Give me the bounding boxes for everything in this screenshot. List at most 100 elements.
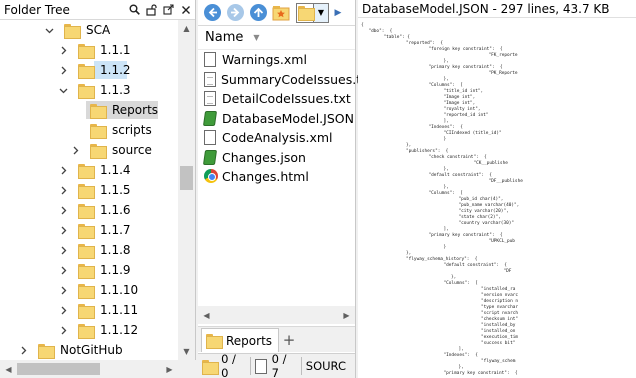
tree-item-label: 1.1.3	[100, 83, 131, 97]
unlock-icon[interactable]	[144, 2, 159, 17]
search-icon[interactable]	[127, 2, 142, 17]
tree-item[interactable]: 1.1.6	[0, 200, 178, 220]
chevron-down-icon[interactable]	[58, 85, 68, 95]
chevron-right-icon[interactable]	[18, 345, 28, 355]
tree-horizontal-scrollbar[interactable]: ◀ ▶	[0, 360, 196, 378]
up-folder-button[interactable]	[248, 3, 268, 23]
tree-item[interactable]: 1.1.3	[0, 80, 178, 100]
scroll-right-arrow-icon[interactable]: ▶	[338, 306, 355, 324]
file-list-item[interactable]: Changes.html	[198, 167, 355, 187]
file-list-item[interactable]: SummaryCodeIssues.txt	[198, 70, 373, 90]
folder-view-dropdown[interactable]: ▼	[296, 2, 329, 23]
file-list-item[interactable]: Changes.json	[198, 148, 355, 168]
folder-tree-pane: Folder Tree SCA 1.1.1 1.1.2 1.1.3 Reports scr…	[0, 0, 196, 378]
json-line: }	[443, 245, 447, 250]
chrome-icon	[204, 169, 218, 184]
file-count: 0 / 7	[271, 352, 287, 378]
json-line: "reported": {	[406, 41, 444, 46]
tree-item[interactable]: scripts	[0, 120, 178, 140]
json-line: "check constraint": {	[428, 155, 487, 160]
green-json-icon	[202, 149, 218, 165]
json-line: },	[443, 77, 449, 82]
file-icon	[255, 358, 267, 374]
back-button[interactable]	[202, 3, 222, 23]
close-icon[interactable]	[178, 2, 193, 17]
tree-item-label: 1.1.5	[100, 183, 131, 197]
scroll-up-arrow-icon[interactable]: ▲	[178, 20, 195, 37]
tree-item[interactable]: source	[0, 140, 178, 160]
tree-item[interactable]: Reports	[0, 100, 178, 120]
chevron-down-icon[interactable]: ▼	[314, 3, 328, 22]
chevron-right-icon[interactable]	[58, 285, 68, 295]
chevron-right-icon[interactable]	[58, 165, 68, 175]
tree-vertical-scrollbar[interactable]: ▲ ▼	[178, 20, 195, 360]
name-column-header[interactable]: Name ▼	[198, 26, 355, 50]
json-line: ],	[458, 347, 464, 352]
tree-item-label: 1.1.2	[100, 63, 131, 77]
tree-item[interactable]: 1.1.12	[0, 320, 178, 340]
scroll-right-arrow-icon[interactable]: ▶	[161, 360, 178, 378]
popout-icon[interactable]	[161, 2, 176, 17]
chevron-right-icon[interactable]	[58, 185, 68, 195]
scroll-down-arrow-icon[interactable]: ▼	[178, 343, 195, 360]
tab-reports[interactable]: Reports	[201, 328, 280, 352]
toolbar-overflow-icon[interactable]: ▶	[332, 8, 344, 18]
chevron-right-icon[interactable]	[58, 265, 68, 275]
chevron-right-icon[interactable]	[58, 45, 68, 55]
tree-item[interactable]: NotGitHub	[0, 340, 178, 360]
forward-button[interactable]	[225, 3, 245, 23]
folder-icon	[78, 303, 95, 319]
file-list-item[interactable]: CodeAnalysis.xml	[198, 128, 355, 148]
tree-item[interactable]: SCA	[0, 20, 178, 40]
preview-title: DatabaseModel.JSON - 297 lines, 43.7 KB	[358, 0, 636, 18]
json-line: },	[458, 365, 464, 370]
chevron-right-icon[interactable]	[58, 65, 68, 75]
file-list-item[interactable]: DetailCodeIssues.txt	[198, 89, 355, 109]
json-line: "reported_id int"	[443, 113, 489, 118]
tree-hscroll-thumb[interactable]	[17, 363, 100, 375]
tree-item[interactable]: 1.1.7	[0, 220, 178, 240]
json-line: "CK__publishe	[473, 161, 508, 166]
chevron-right-icon[interactable]	[58, 325, 68, 335]
chevron-right-icon[interactable]	[58, 225, 68, 235]
chevron-right-icon[interactable]	[58, 245, 68, 255]
folder-tree-header: Folder Tree	[0, 0, 195, 20]
json-line: "execution_tim	[481, 335, 519, 340]
tree-item[interactable]: 1.1.9	[0, 260, 178, 280]
file-name: Changes.json	[222, 149, 306, 165]
tree-item[interactable]: 1.1.4	[0, 160, 178, 180]
forward-arrow-icon	[226, 4, 244, 21]
tree-item[interactable]: 1.1.5	[0, 180, 178, 200]
favorites-button[interactable]	[271, 3, 291, 23]
file-name: DatabaseModel.JSON	[222, 110, 354, 126]
tree-item[interactable]: 1.1.11	[0, 300, 178, 320]
chevron-right-icon[interactable]	[58, 305, 68, 315]
file-list-item[interactable]: DatabaseModel.JSON	[198, 109, 355, 129]
json-line: "dbo": {	[368, 29, 393, 34]
json-line: "flyway_schema_history": {	[406, 257, 478, 262]
file-list-horizontal-scrollbar[interactable]: ◀ ▶	[198, 306, 355, 324]
file-name: SummaryCodeIssues.txt	[221, 71, 374, 87]
chevron-down-icon[interactable]	[44, 25, 54, 35]
file-list-item[interactable]: Warnings.xml	[198, 50, 355, 70]
status-files: 0 / 7	[255, 352, 302, 378]
tree-item[interactable]: 1.1.2	[0, 60, 178, 80]
tree-item[interactable]: 1.1.8	[0, 240, 178, 260]
tree-scroll-thumb[interactable]	[180, 166, 193, 190]
json-line: "Image int",	[443, 101, 476, 106]
column-name-label: Name	[205, 30, 244, 45]
folder-tabs-bar: Reports +	[198, 326, 355, 352]
tree-item[interactable]: 1.1.1	[0, 40, 178, 60]
add-tab-button[interactable]: +	[279, 328, 299, 352]
document-icon	[204, 130, 217, 146]
tree-item[interactable]: 1.1.10	[0, 280, 178, 300]
json-preview[interactable]: {"dbo": {"table": {"reported": {"foreign…	[358, 19, 636, 378]
chevron-right-icon[interactable]	[58, 205, 68, 215]
json-line: "country varchar(30)"	[458, 221, 515, 226]
json-line: "script nvarch	[481, 311, 519, 316]
scroll-left-arrow-icon[interactable]: ◀	[0, 360, 17, 378]
chevron-right-icon[interactable]	[70, 145, 80, 155]
file-list: Warnings.xml SummaryCodeIssues.txt DetailC…	[198, 50, 373, 187]
folder-icon	[297, 6, 315, 21]
scroll-left-arrow-icon[interactable]: ◀	[198, 306, 215, 324]
